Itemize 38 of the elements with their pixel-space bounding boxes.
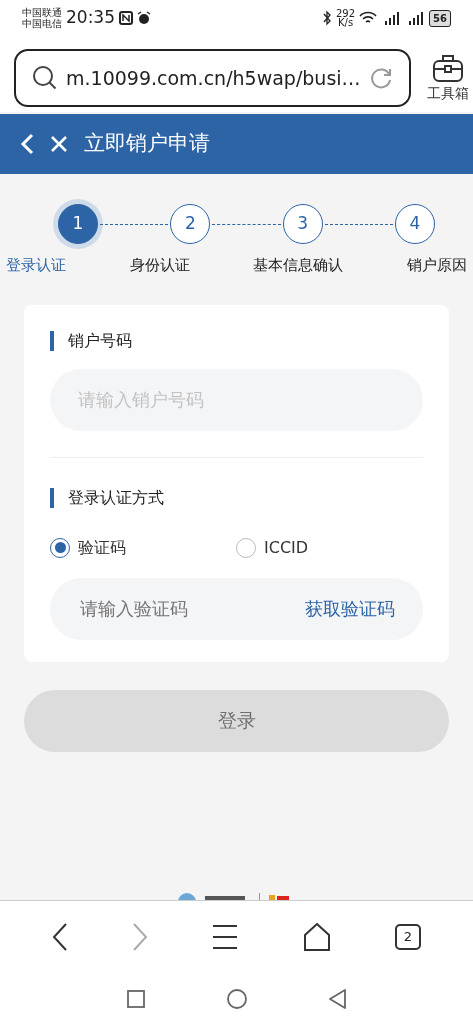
step-label[interactable]: 基本信息确认 (253, 254, 344, 277)
search-icon (32, 65, 58, 91)
radio-label[interactable]: ICCID (264, 535, 309, 560)
close-icon[interactable] (50, 135, 68, 153)
section-title: 登录认证方式 (50, 487, 423, 508)
step-label[interactable]: 身份认证 (129, 254, 190, 277)
page-title: 立即销户申请 (84, 130, 210, 158)
square-icon[interactable] (126, 990, 145, 1008)
menu-icon[interactable] (212, 924, 239, 950)
wifi-icon (359, 11, 378, 25)
toolbox-label[interactable]: 工具箱 (426, 82, 469, 104)
home-icon[interactable] (302, 923, 331, 951)
circle-icon[interactable] (226, 989, 247, 1009)
carrier-label: 中国联通 (22, 7, 62, 18)
radio-label[interactable]: 验证码 (78, 535, 126, 560)
battery-level: 56 (429, 9, 451, 27)
status-time: 20:35 (66, 6, 115, 30)
address-bar[interactable]: m.10099.com.cn/h5wap/busi… (14, 49, 411, 107)
carrier-label: 中国电信 (22, 18, 62, 29)
url-text: m.10099.com.cn/h5wap/busi… (66, 65, 361, 91)
back-icon[interactable] (52, 922, 69, 952)
step-label[interactable]: 销户原因 (406, 254, 467, 277)
step-number[interactable]: 4 (395, 204, 435, 244)
nfc-icon (119, 11, 133, 25)
network-speed: 292 (336, 9, 356, 18)
get-code-link[interactable]: 获取验证码 (305, 595, 395, 622)
speed-unit: K/s (337, 18, 355, 27)
step-label[interactable]: 登录认证 (6, 254, 66, 277)
toolbox-icon[interactable] (431, 52, 464, 83)
code-input[interactable]: 请输入验证码 获取验证码 (50, 577, 423, 640)
tab-count[interactable]: 2 (394, 924, 421, 950)
section-title: 销户号码 (50, 330, 423, 351)
reload-icon[interactable] (368, 66, 393, 91)
bluetooth-icon (322, 10, 332, 26)
step-number[interactable]: 3 (282, 204, 323, 244)
triangle-icon[interactable] (328, 989, 347, 1009)
alarm-icon (137, 11, 151, 25)
step-number[interactable]: 2 (170, 204, 211, 244)
